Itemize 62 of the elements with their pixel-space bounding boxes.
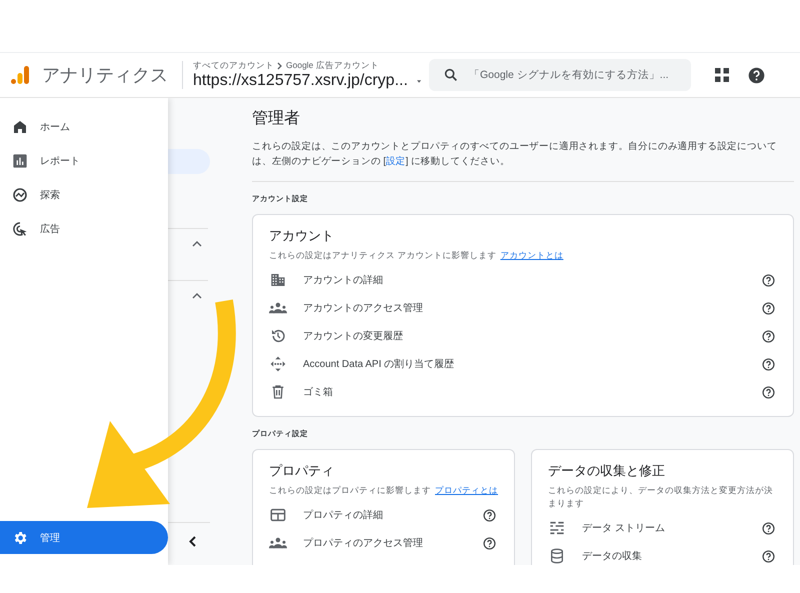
nav-item[interactable]: レポート — [0, 144, 168, 178]
help-icon[interactable] — [483, 508, 496, 522]
stream-icon — [548, 520, 566, 536]
card-subtitle: これらの設定により、データの収集方法と変更方法が決まります — [548, 484, 774, 510]
selected-highlight — [168, 149, 210, 174]
logo-icon — [10, 65, 30, 85]
breadcrumb-item[interactable]: Google 広告アカウント — [286, 60, 379, 72]
people-icon — [269, 536, 287, 550]
settings-row[interactable]: データ ストリーム — [582, 521, 762, 535]
card-title: データの収集と修正 — [548, 462, 666, 480]
help-icon[interactable] — [762, 274, 775, 286]
admin-nav-item[interactable]: 管理 — [0, 521, 168, 554]
page-description: これらの設定は、このアカウントとプロパティのすべてのユーザーに適用されます。自分にのみ適用する設定については、左側のナビゲーションの [設定] に移動してください。 — [252, 140, 778, 169]
settings-icon — [12, 530, 28, 546]
settings-row[interactable]: アカウントのアクセス管理 — [303, 301, 762, 315]
help-icon[interactable] — [762, 550, 775, 562]
product-name: アナリティクス — [42, 64, 168, 87]
page-title: 管理者 — [252, 108, 301, 129]
card-title: アカウント — [269, 227, 335, 245]
search-field[interactable]: 「Google シグナルを有効にする方法」... — [429, 59, 691, 91]
apps-icon[interactable] — [715, 68, 729, 82]
explore-icon — [12, 187, 28, 203]
chevron-right-icon — [277, 62, 283, 70]
settings-row[interactable]: Account Data API の割り当て履歴 — [303, 357, 762, 371]
account-selector[interactable]: https://xs125757.xsrv.jp/cryp... — [193, 72, 421, 90]
database-icon — [548, 548, 566, 564]
people-icon — [269, 301, 287, 315]
nav-item[interactable]: 探索 — [0, 178, 168, 212]
four-arrows-icon — [269, 356, 287, 372]
bar-chart-icon — [12, 153, 28, 169]
home-icon — [12, 119, 28, 135]
chevron-up-icon[interactable] — [192, 293, 202, 299]
help-link[interactable]: アカウントとは — [500, 250, 564, 260]
help-link[interactable]: プロパティとは — [435, 485, 498, 495]
help-icon[interactable] — [762, 330, 775, 342]
help-icon[interactable] — [483, 536, 496, 550]
window-icon — [269, 507, 287, 523]
target-cursor-icon — [12, 221, 28, 237]
caret-icon — [416, 78, 421, 84]
help-icon[interactable] — [762, 302, 775, 314]
building-icon — [269, 272, 287, 288]
chevron-left-icon[interactable] — [189, 536, 196, 547]
help-icon[interactable] — [762, 522, 775, 534]
help-icon[interactable] — [748, 66, 765, 84]
breadcrumb-item[interactable]: すべてのアカウント — [193, 60, 274, 72]
nav-item[interactable]: ホーム — [0, 110, 168, 144]
settings-row[interactable]: データの収集 — [582, 549, 762, 563]
card-subtitle: これらの設定はプロパティに影響します プロパティとは — [269, 484, 498, 497]
settings-row[interactable]: ゴミ箱 — [303, 385, 762, 399]
card-subtitle: これらの設定はアナリティクス アカウントに影響します アカウントとは — [269, 249, 564, 262]
help-icon[interactable] — [762, 358, 775, 370]
help-icon[interactable] — [762, 386, 775, 398]
card-title: プロパティ — [269, 462, 335, 480]
history-icon — [269, 328, 287, 344]
settings-row[interactable]: アカウントの詳細 — [303, 273, 762, 287]
chevron-up-icon[interactable] — [192, 241, 202, 247]
settings-row[interactable]: アカウントの変更履歴 — [303, 329, 762, 343]
nav-item[interactable]: 広告 — [0, 212, 168, 246]
settings-row[interactable]: プロパティのアクセス管理 — [303, 536, 483, 550]
settings-row[interactable]: プロパティの詳細 — [303, 508, 483, 522]
settings-link[interactable]: 設定 — [386, 156, 406, 167]
search-icon — [443, 67, 459, 83]
